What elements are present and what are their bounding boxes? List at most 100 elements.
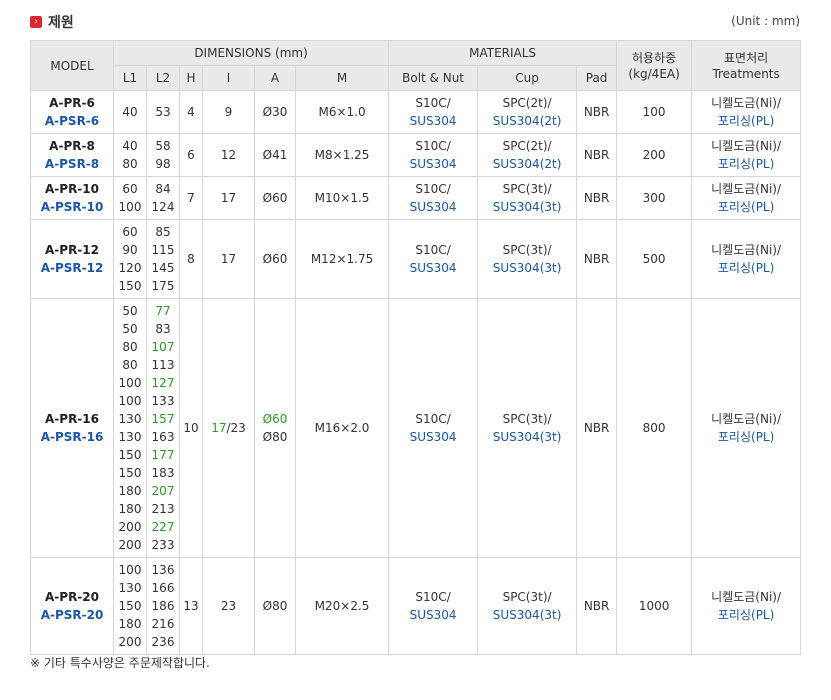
l2-value: 157 xyxy=(151,412,175,426)
i-cell: 17 xyxy=(202,176,255,220)
cup-cell: SPC(2t)/ SUS304(2t) xyxy=(477,133,578,177)
arrow-right-icon: › xyxy=(30,16,42,28)
cup-material-sus: SUS304(3t) xyxy=(492,261,562,275)
model-name: A-PR-12 xyxy=(45,243,99,257)
treatment-ni: 니켈도금(Ni)/ xyxy=(711,139,782,153)
h-cell: 4 xyxy=(179,90,203,134)
l2-value: 166 xyxy=(151,581,175,595)
bolt-material-sus: SUS304 xyxy=(409,114,457,128)
l2-value: 207 xyxy=(151,484,175,498)
bolt-cell: S10C/SUS304 xyxy=(388,557,479,655)
bolt-material-sus: SUS304 xyxy=(409,261,457,275)
m-cell: M20×2.5 xyxy=(294,557,390,655)
cup-cell: SPC(2t)/ SUS304(2t) xyxy=(477,90,578,134)
l2-value: 77 xyxy=(155,304,171,318)
model-cell: A-PR-10 A-PSR-10 xyxy=(30,176,114,220)
table-row: A-PR-8 A-PSR-8 40 80 58 98 6 12 Ø41 M8×1.25 S10C/S… xyxy=(30,133,802,177)
l2-value: 183 xyxy=(151,466,175,480)
header-cup: Cup xyxy=(477,65,578,91)
l1-value: 50 xyxy=(122,322,138,336)
bolt-material: S10C/ xyxy=(415,139,451,153)
a-value: Ø80 xyxy=(262,599,288,613)
l1-value: 200 xyxy=(118,538,142,552)
a-cell: Ø60 xyxy=(254,219,296,299)
l2-value: 175 xyxy=(151,279,175,293)
l2-value: 85 xyxy=(155,225,171,239)
a-value: Ø30 xyxy=(262,105,288,119)
l1-value: 130 xyxy=(118,412,142,426)
bolt-material-sus: SUS304 xyxy=(409,157,457,171)
spec-table: MODEL DIMENSIONS (mm) MATERIALS 허용하중 (kg/… xyxy=(30,40,802,655)
load-cell: 1000 xyxy=(616,557,693,655)
i-value-rest: /23 xyxy=(226,421,246,435)
a-value: Ø80 xyxy=(262,430,288,444)
model-name-sus: A-PSR-10 xyxy=(40,200,104,214)
l1-value: 40 xyxy=(122,105,138,119)
cup-material-sus: SUS304(3t) xyxy=(492,200,562,214)
l1-value: 120 xyxy=(118,261,142,275)
treatment-ni: 니켈도금(Ni)/ xyxy=(711,243,782,257)
l2-value: 58 xyxy=(155,139,171,153)
bolt-material: S10C/ xyxy=(415,412,451,426)
bolt-cell: S10C/SUS304 xyxy=(388,133,479,177)
cup-material-sus: SUS304(2t) xyxy=(492,157,562,171)
cup-material-sus: SUS304(3t) xyxy=(492,430,562,444)
a-cell: Ø80 xyxy=(254,557,296,655)
l2-value: 145 xyxy=(151,261,175,275)
header-h: H xyxy=(179,65,203,91)
unit-label: (Unit : mm) xyxy=(731,14,800,28)
a-cell: Ø41 xyxy=(254,133,296,177)
l2-value: 83 xyxy=(155,322,171,336)
l1-value: 40 xyxy=(122,139,138,153)
header-l1: L1 xyxy=(113,65,147,91)
model-cell: A-PR-20 A-PSR-20 xyxy=(30,557,114,655)
l2-value: 113 xyxy=(151,358,175,372)
l2-value: 98 xyxy=(155,157,171,171)
cup-material: SPC(3t)/ xyxy=(502,182,552,196)
l1-value: 150 xyxy=(118,599,142,613)
h-cell: 13 xyxy=(179,557,203,655)
i-cell: 17/23 xyxy=(202,298,255,558)
l1-cell: 100 130 150 180 200 xyxy=(113,557,147,655)
l2-value: 177 xyxy=(151,448,175,462)
l1-value: 100 xyxy=(118,200,142,214)
l1-value: 90 xyxy=(122,243,138,257)
model-name-sus: A-PSR-16 xyxy=(40,430,104,444)
treatment-pl: 포리싱(PL) xyxy=(717,261,775,275)
l2-value: 213 xyxy=(151,502,175,516)
header-a: A xyxy=(254,65,296,91)
load-cell: 300 xyxy=(616,176,693,220)
i-cell: 17 xyxy=(202,219,255,299)
table-row: A-PR-6 A-PSR-6 40 53 4 9 Ø30 M6×1.0 S10C/SUS304 S… xyxy=(30,90,802,134)
pad-cell: NBR xyxy=(576,219,618,299)
header-pad: Pad xyxy=(576,65,618,91)
model-name: A-PR-16 xyxy=(45,412,99,426)
h-cell: 7 xyxy=(179,176,203,220)
header-bolt: Bolt & Nut xyxy=(388,65,479,91)
l2-value: 216 xyxy=(151,617,175,631)
l2-cell: 84 124 xyxy=(146,176,180,220)
l1-value: 130 xyxy=(118,581,142,595)
l2-value: 124 xyxy=(151,200,175,214)
h-cell: 10 xyxy=(179,298,203,558)
bolt-material: S10C/ xyxy=(415,182,451,196)
treatment-pl: 포리싱(PL) xyxy=(717,608,775,622)
cup-cell: SPC(3t)/ SUS304(3t) xyxy=(477,298,578,558)
bolt-material: S10C/ xyxy=(415,96,451,110)
cup-material: SPC(3t)/ xyxy=(502,590,552,604)
l2-value: 53 xyxy=(155,105,171,119)
treatment-pl: 포리싱(PL) xyxy=(717,430,775,444)
i-value-green: 17 xyxy=(211,421,227,435)
section-title-text: 제원 xyxy=(48,15,74,31)
header-m: M xyxy=(294,65,390,91)
spec-table-body: A-PR-6 A-PSR-6 40 53 4 9 Ø30 M6×1.0 S10C/SUS304 S… xyxy=(30,90,802,655)
treatment-pl: 포리싱(PL) xyxy=(717,200,775,214)
l2-value: 133 xyxy=(151,394,175,408)
l1-value: 100 xyxy=(118,376,142,390)
treatment-pl: 포리싱(PL) xyxy=(717,114,775,128)
model-cell: A-PR-16 A-PSR-16 xyxy=(30,298,114,558)
table-row: A-PR-20 A-PSR-20 100 130 150 180 200 136 166 186 2… xyxy=(30,557,802,655)
l2-value: 163 xyxy=(151,430,175,444)
model-name: A-PR-8 xyxy=(49,139,95,153)
treatment-ni: 니켈도금(Ni)/ xyxy=(711,96,782,110)
